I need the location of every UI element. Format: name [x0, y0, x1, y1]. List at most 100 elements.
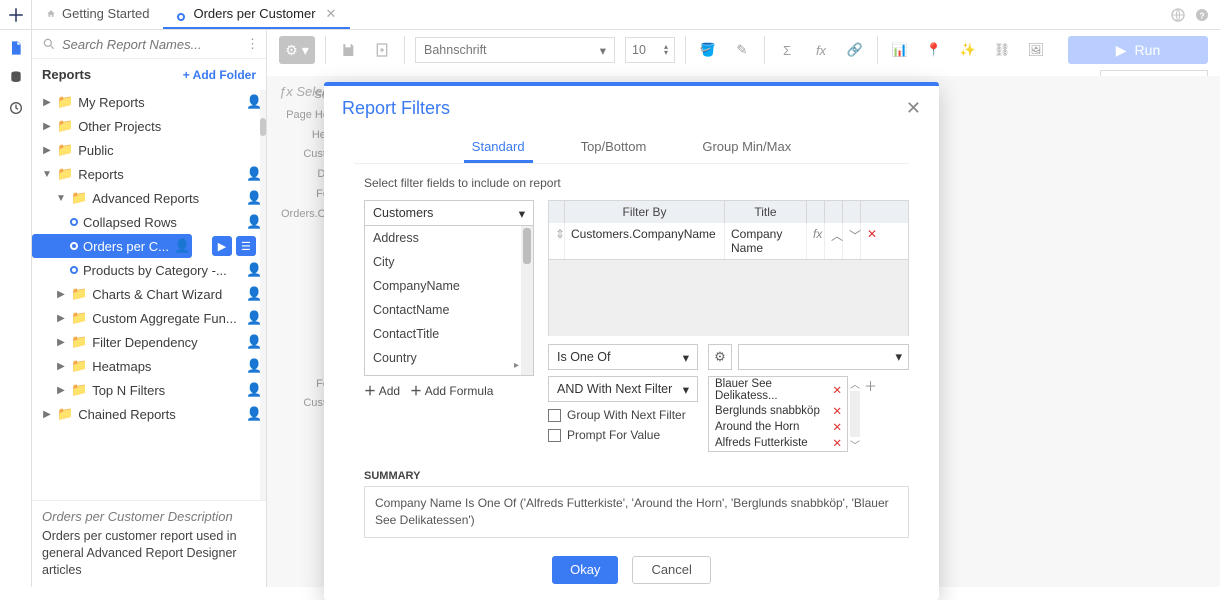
- th-filter-by: Filter By: [565, 201, 725, 223]
- search-input[interactable]: [62, 37, 240, 52]
- add-field-button[interactable]: ＋ Add: [364, 382, 400, 399]
- image-icon[interactable]: 🖼: [1024, 38, 1048, 62]
- new-page-icon[interactable]: [370, 38, 394, 62]
- field-item[interactable]: Country: [365, 346, 533, 370]
- tab-orders-per-customer[interactable]: Orders per Customer ✕: [163, 0, 350, 29]
- report-icon: [177, 9, 187, 19]
- toolbar: ⚙ ▾ Bahnschrift▾ 10▴▾ 🪣 ✎ Σ fx 🔗 📊 📍 ✨ ⛓…: [267, 30, 1220, 70]
- fx-icon[interactable]: fx: [807, 223, 825, 259]
- close-icon[interactable]: ✕: [906, 98, 921, 119]
- group-checkbox[interactable]: Group With Next Filter: [548, 408, 698, 422]
- filter-row[interactable]: ⇕ Customers.CompanyName Company Name fx …: [549, 223, 908, 259]
- tree-node-advanced-reports[interactable]: ▼📁Advanced Reports👤: [32, 186, 266, 210]
- sparkle-icon[interactable]: ✨: [956, 38, 980, 62]
- save-icon[interactable]: [336, 38, 360, 62]
- value-select[interactable]: ▾: [738, 344, 909, 370]
- field-item[interactable]: City: [365, 250, 533, 274]
- tree-node-charts-wizard[interactable]: ▶📁Charts & Chart Wizard👤: [32, 282, 266, 306]
- joiner-select[interactable]: AND With Next Filter▾: [548, 376, 698, 402]
- chevron-down-icon[interactable]: ﹀: [843, 223, 861, 259]
- field-item[interactable]: ContactName: [365, 298, 533, 322]
- field-item[interactable]: ContactTitle: [365, 322, 533, 346]
- remove-value-icon[interactable]: ✕: [832, 383, 842, 397]
- tree-node-top-n-filters[interactable]: ▶📁Top N Filters👤: [32, 378, 266, 402]
- value-scroll-down-icon[interactable]: ﹀: [850, 437, 860, 452]
- svg-text:?: ?: [1199, 10, 1204, 20]
- value-list: Blauer See Delikatess...✕ Berglunds snab…: [708, 376, 848, 452]
- filter-table: Filter By Title ⇕ Customers.CompanyName …: [548, 200, 909, 260]
- tree-node-reports[interactable]: ▼📁Reports👤: [32, 162, 266, 186]
- fill-color-icon[interactable]: 🪣: [696, 38, 720, 62]
- sidebar-heading: Reports: [42, 67, 91, 82]
- globe-icon[interactable]: [1170, 7, 1186, 23]
- remove-value-icon[interactable]: ✕: [832, 420, 842, 434]
- field-list-arrow-icon[interactable]: ▸: [514, 360, 519, 371]
- th-title: Title: [725, 201, 807, 223]
- tab-standard[interactable]: Standard: [464, 133, 533, 163]
- chart-icon[interactable]: 📊: [888, 38, 912, 62]
- dialog-instruction: Select filter fields to include on repor…: [322, 164, 939, 190]
- search-icon: [42, 37, 56, 51]
- link-icon[interactable]: 🔗: [843, 38, 867, 62]
- font-select[interactable]: Bahnschrift▾: [415, 37, 615, 63]
- schedule-icon[interactable]: [8, 100, 24, 116]
- tree-node-collapsed-rows[interactable]: Collapsed Rows👤: [32, 210, 266, 234]
- tree-node-my-reports[interactable]: ▶📁My Reports👤: [32, 90, 266, 114]
- tree-scrollbar[interactable]: [260, 90, 266, 500]
- app-logo: [0, 0, 32, 29]
- delete-filter-icon[interactable]: ✕: [861, 223, 879, 259]
- tab-group-minmax[interactable]: Group Min/Max: [694, 133, 799, 163]
- add-value-icon[interactable]: ＋: [864, 376, 877, 452]
- tree-node-filter-dependency[interactable]: ▶📁Filter Dependency👤: [32, 330, 266, 354]
- okay-button[interactable]: Okay: [552, 556, 618, 584]
- run-row-button[interactable]: ▶: [212, 236, 232, 256]
- source-select[interactable]: Customers▾: [364, 200, 534, 226]
- settings-button[interactable]: ⚙ ▾: [279, 36, 315, 64]
- tree-node-products-by-category[interactable]: Products by Category -...👤: [32, 258, 266, 282]
- description-title: Orders per Customer Description: [42, 509, 256, 524]
- tree-node-other-projects[interactable]: ▶📁Other Projects: [32, 114, 266, 138]
- tree-node-orders-per-customer[interactable]: Orders per C... 👤: [32, 234, 192, 258]
- pencil-icon[interactable]: ✎: [730, 38, 754, 62]
- tree-node-heatmaps[interactable]: ▶📁Heatmaps👤: [32, 354, 266, 378]
- operator-select[interactable]: Is One Of▾: [548, 344, 698, 370]
- report-tree: ▶📁My Reports👤 ▶📁Other Projects ▶📁Public …: [32, 90, 266, 500]
- new-report-icon[interactable]: [8, 40, 24, 56]
- sigma-icon[interactable]: Σ: [775, 38, 799, 62]
- run-button[interactable]: ▶ Run: [1068, 36, 1208, 64]
- value-scroll-up-icon[interactable]: ︿: [850, 376, 860, 391]
- help-icon[interactable]: ?: [1194, 7, 1210, 23]
- cancel-button[interactable]: Cancel: [632, 556, 710, 584]
- drag-handle-icon[interactable]: ⇕: [549, 223, 565, 259]
- tree-node-chained-reports[interactable]: ▶📁Chained Reports👤: [32, 402, 266, 426]
- dialog-tabs: Standard Top/Bottom Group Min/Max: [354, 133, 909, 164]
- prompt-checkbox[interactable]: Prompt For Value: [548, 428, 698, 442]
- field-item[interactable]: Address: [365, 226, 533, 250]
- gear-icon[interactable]: ⚙: [708, 344, 732, 370]
- font-size-select[interactable]: 10▴▾: [625, 37, 675, 63]
- chevron-up-icon[interactable]: ︿: [825, 223, 843, 259]
- tree-node-custom-aggregate[interactable]: ▶📁Custom Aggregate Fun...👤: [32, 306, 266, 330]
- remove-value-icon[interactable]: ✕: [832, 436, 842, 450]
- field-list[interactable]: Address City CompanyName ContactName Con…: [364, 226, 534, 376]
- crosslink-icon[interactable]: ⛓: [990, 38, 1014, 62]
- summary-heading: SUMMARY: [364, 470, 909, 482]
- remove-value-icon[interactable]: ✕: [832, 404, 842, 418]
- tab-getting-started[interactable]: Getting Started: [32, 0, 163, 29]
- tab-strip: Getting Started Orders per Customer ✕ ?: [0, 0, 1220, 30]
- map-pin-icon[interactable]: 📍: [922, 38, 946, 62]
- tree-node-public[interactable]: ▶📁Public: [32, 138, 266, 162]
- close-tab-icon[interactable]: ✕: [326, 6, 337, 22]
- fx-icon[interactable]: fx: [809, 38, 833, 62]
- field-item[interactable]: CompanyName: [365, 274, 533, 298]
- kebab-icon[interactable]: ⋮: [246, 36, 259, 52]
- tab-label: Orders per Customer: [193, 6, 315, 21]
- add-folder-link[interactable]: + Add Folder: [183, 68, 256, 82]
- tab-top-bottom[interactable]: Top/Bottom: [573, 133, 655, 163]
- summary-text: Company Name Is One Of ('Alfreds Futterk…: [364, 486, 909, 538]
- field-list-scrollbar[interactable]: [521, 226, 533, 375]
- description-body: Orders per customer report used in gener…: [42, 528, 256, 579]
- menu-row-button[interactable]: ☰: [236, 236, 256, 256]
- add-formula-button[interactable]: ＋ Add Formula: [410, 382, 493, 399]
- datasource-icon[interactable]: [8, 70, 24, 86]
